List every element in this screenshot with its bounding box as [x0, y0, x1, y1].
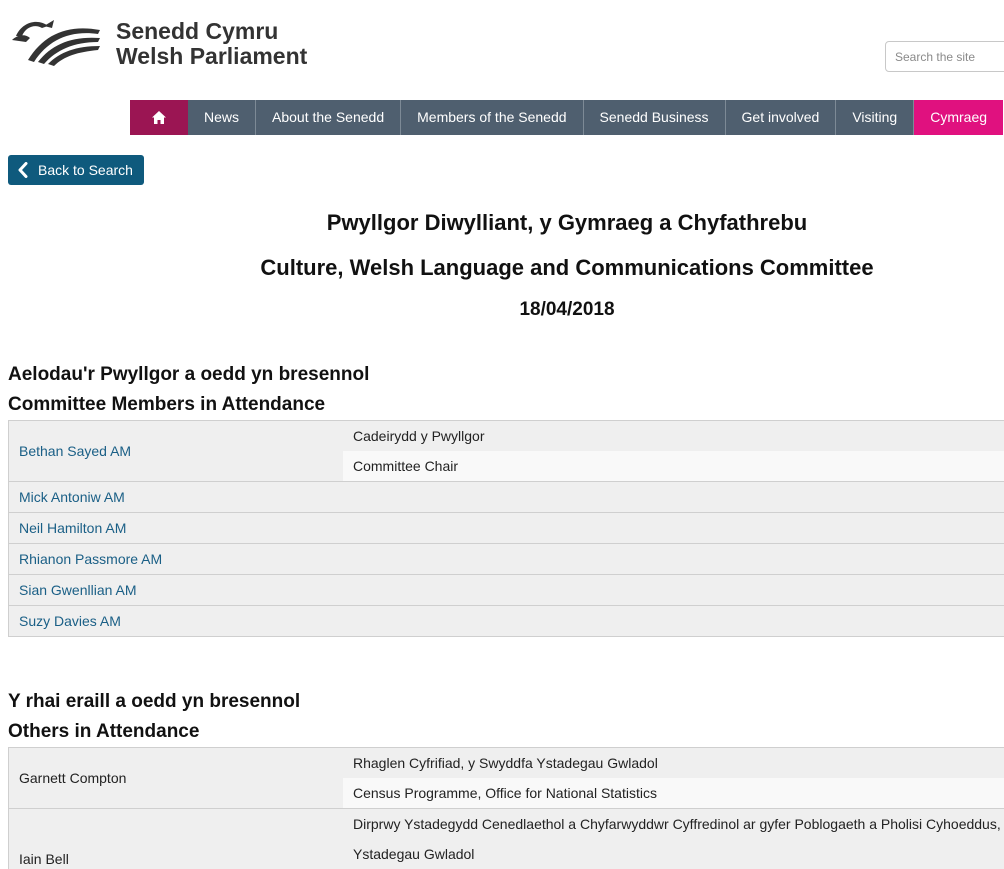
chevron-left-icon	[18, 162, 28, 178]
logo-text-english: Welsh Parliament	[116, 43, 307, 70]
member-role-welsh: Cadeirydd y Pwyllgor	[343, 421, 1004, 452]
other-role-welsh: Dirprwy Ystadegydd Cenedlaethol a Chyfar…	[343, 809, 1004, 840]
nav-get-involved[interactable]: Get involved	[726, 100, 837, 135]
empty-role-cell	[343, 513, 1004, 544]
nav-news[interactable]: News	[188, 100, 256, 135]
member-name-link[interactable]: Bethan Sayed AM	[9, 421, 344, 482]
table-row: Rhianon Passmore AM	[9, 544, 1004, 575]
home-icon	[151, 110, 167, 125]
empty-role-cell	[343, 606, 1004, 637]
nav-about-the-senedd[interactable]: About the Senedd	[256, 100, 401, 135]
others-heading-welsh: Y rhai eraill a oedd yn bresennol	[8, 691, 300, 713]
nav-home[interactable]	[130, 100, 188, 135]
empty-role-cell	[343, 544, 1004, 575]
other-attendee-name: Garnett Compton	[9, 748, 344, 809]
other-attendee-name: Iain Bell	[9, 809, 344, 869]
meeting-title-english: Culture, Welsh Language and Communicatio…	[0, 255, 1004, 281]
senedd-logo[interactable]: Senedd Cymru Welsh Parliament	[8, 14, 318, 74]
nav-visiting[interactable]: Visiting	[836, 100, 914, 135]
back-to-search-label: Back to Search	[38, 162, 133, 178]
back-to-search-button[interactable]: Back to Search	[8, 155, 144, 185]
empty-role-cell	[343, 482, 1004, 513]
table-row: Bethan Sayed AM Cadeirydd y Pwyllgor	[9, 421, 1004, 452]
member-role-english: Committee Chair	[343, 451, 1004, 482]
table-row: Neil Hamilton AM	[9, 513, 1004, 544]
member-name-link[interactable]: Sian Gwenllian AM	[9, 575, 344, 606]
member-name-link[interactable]: Suzy Davies AM	[9, 606, 344, 637]
members-heading-welsh: Aelodau'r Pwyllgor a oedd yn bresennol	[8, 364, 369, 386]
meeting-title-welsh: Pwyllgor Diwylliant, y Gymraeg a Chyfath…	[0, 210, 1004, 236]
table-row: Sian Gwenllian AM	[9, 575, 1004, 606]
table-row: Suzy Davies AM	[9, 606, 1004, 637]
others-table: Garnett Compton Rhaglen Cyfrifiad, y Swy…	[8, 747, 1004, 869]
nav-members-of-the-senedd[interactable]: Members of the Senedd	[401, 100, 583, 135]
table-row: Mick Antoniw AM	[9, 482, 1004, 513]
nav-senedd-business[interactable]: Senedd Business	[584, 100, 726, 135]
logo-text-welsh: Senedd Cymru	[116, 18, 278, 45]
members-heading-english: Committee Members in Attendance	[8, 394, 325, 416]
table-row: Iain Bell Dirprwy Ystadegydd Cenedlaetho…	[9, 809, 1004, 840]
other-role-english: Census Programme, Office for National St…	[343, 778, 1004, 809]
table-row: Garnett Compton Rhaglen Cyfrifiad, y Swy…	[9, 748, 1004, 779]
meeting-date: 18/04/2018	[0, 299, 1004, 321]
dragon-logo-icon	[8, 16, 104, 66]
other-role-welsh-continued: Ystadegau Gwladol	[343, 839, 1004, 869]
member-name-link[interactable]: Rhianon Passmore AM	[9, 544, 344, 575]
member-name-link[interactable]: Mick Antoniw AM	[9, 482, 344, 513]
others-heading-english: Others in Attendance	[8, 721, 199, 743]
member-name-link[interactable]: Neil Hamilton AM	[9, 513, 344, 544]
main-nav: News About the Senedd Members of the Sen…	[130, 100, 1003, 135]
nav-cymraeg-language-link[interactable]: Cymraeg	[914, 100, 1003, 135]
other-role-welsh: Rhaglen Cyfrifiad, y Swyddfa Ystadegau G…	[343, 748, 1004, 779]
search-input[interactable]	[885, 41, 1004, 72]
empty-role-cell	[343, 575, 1004, 606]
members-table: Bethan Sayed AM Cadeirydd y Pwyllgor Com…	[8, 420, 1004, 637]
